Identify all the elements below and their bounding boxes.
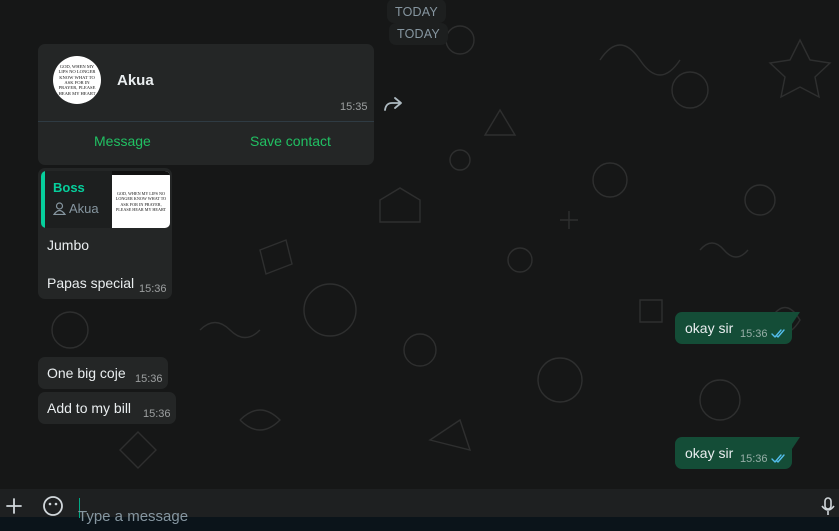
double-check-icon bbox=[771, 329, 785, 338]
contact-avatar[interactable]: GOD, WHEN MY LIPS NO LONGER KNOW WHAT TO… bbox=[53, 56, 101, 104]
incoming-message[interactable]: One big coje 15:36 bbox=[38, 357, 168, 389]
date-chip: TODAY bbox=[387, 0, 446, 23]
card-divider bbox=[38, 121, 374, 122]
date-chip: TODAY bbox=[389, 23, 448, 45]
message-text: Papas special bbox=[47, 275, 135, 291]
quoted-author: Boss bbox=[53, 180, 85, 195]
message-time: 15:35 bbox=[340, 101, 368, 113]
message-time: 15:36 bbox=[740, 453, 768, 465]
chat-panel: TODAY TODAY GOD, WHEN MY LIPS NO LONGER … bbox=[0, 0, 839, 489]
message-time: 15:36 bbox=[139, 283, 167, 295]
date-chip-label: TODAY bbox=[395, 5, 438, 19]
plus-icon[interactable] bbox=[3, 495, 25, 517]
message-time: 15:36 bbox=[143, 408, 171, 420]
message-time: 15:36 bbox=[135, 373, 163, 385]
bubble-tail bbox=[792, 312, 800, 324]
message-contact-button[interactable]: Message bbox=[94, 133, 151, 149]
outgoing-message[interactable]: okay sir 15:36 bbox=[675, 312, 792, 344]
quoted-contact: Akua bbox=[53, 201, 99, 216]
date-chip-label: TODAY bbox=[397, 27, 440, 41]
emoji-icon[interactable] bbox=[42, 495, 64, 517]
avatar-image-text: GOD, WHEN MY LIPS NO LONGER KNOW WHAT TO… bbox=[58, 63, 96, 96]
save-contact-button[interactable]: Save contact bbox=[250, 133, 331, 149]
quoted-contact-name: Akua bbox=[69, 201, 99, 216]
quoted-thumbnail: GOD, WHEN MY LIPS NO LONGER KNOW WHAT TO… bbox=[112, 171, 170, 228]
quote-accent-bar bbox=[41, 171, 45, 228]
message-input[interactable] bbox=[78, 501, 778, 531]
thumbnail-image-text: GOD, WHEN MY LIPS NO LONGER KNOW WHAT TO… bbox=[115, 191, 167, 212]
message-text: okay sir bbox=[685, 445, 734, 461]
bubble-tail bbox=[792, 437, 800, 449]
contact-name: Akua bbox=[117, 72, 154, 89]
contact-icon bbox=[53, 202, 66, 215]
composer-bar bbox=[0, 489, 839, 531]
mic-icon[interactable] bbox=[817, 495, 839, 517]
double-check-icon bbox=[771, 454, 785, 463]
message-text: okay sir bbox=[685, 320, 734, 336]
message-text: One big coje bbox=[47, 365, 126, 381]
reply-message[interactable]: Boss Akua GOD, WHEN MY LIPS NO LONGER KN… bbox=[38, 168, 172, 299]
message-text: Add to my bill bbox=[47, 400, 132, 416]
contact-card-message[interactable]: GOD, WHEN MY LIPS NO LONGER KNOW WHAT TO… bbox=[38, 44, 374, 165]
quoted-message[interactable]: Boss Akua GOD, WHEN MY LIPS NO LONGER KN… bbox=[41, 171, 170, 228]
outgoing-message[interactable]: okay sir 15:36 bbox=[675, 437, 792, 469]
forward-icon[interactable] bbox=[383, 96, 403, 112]
message-time: 15:36 bbox=[740, 328, 768, 340]
incoming-message[interactable]: Add to my bill 15:36 bbox=[38, 392, 176, 424]
message-text: Jumbo bbox=[47, 237, 90, 253]
